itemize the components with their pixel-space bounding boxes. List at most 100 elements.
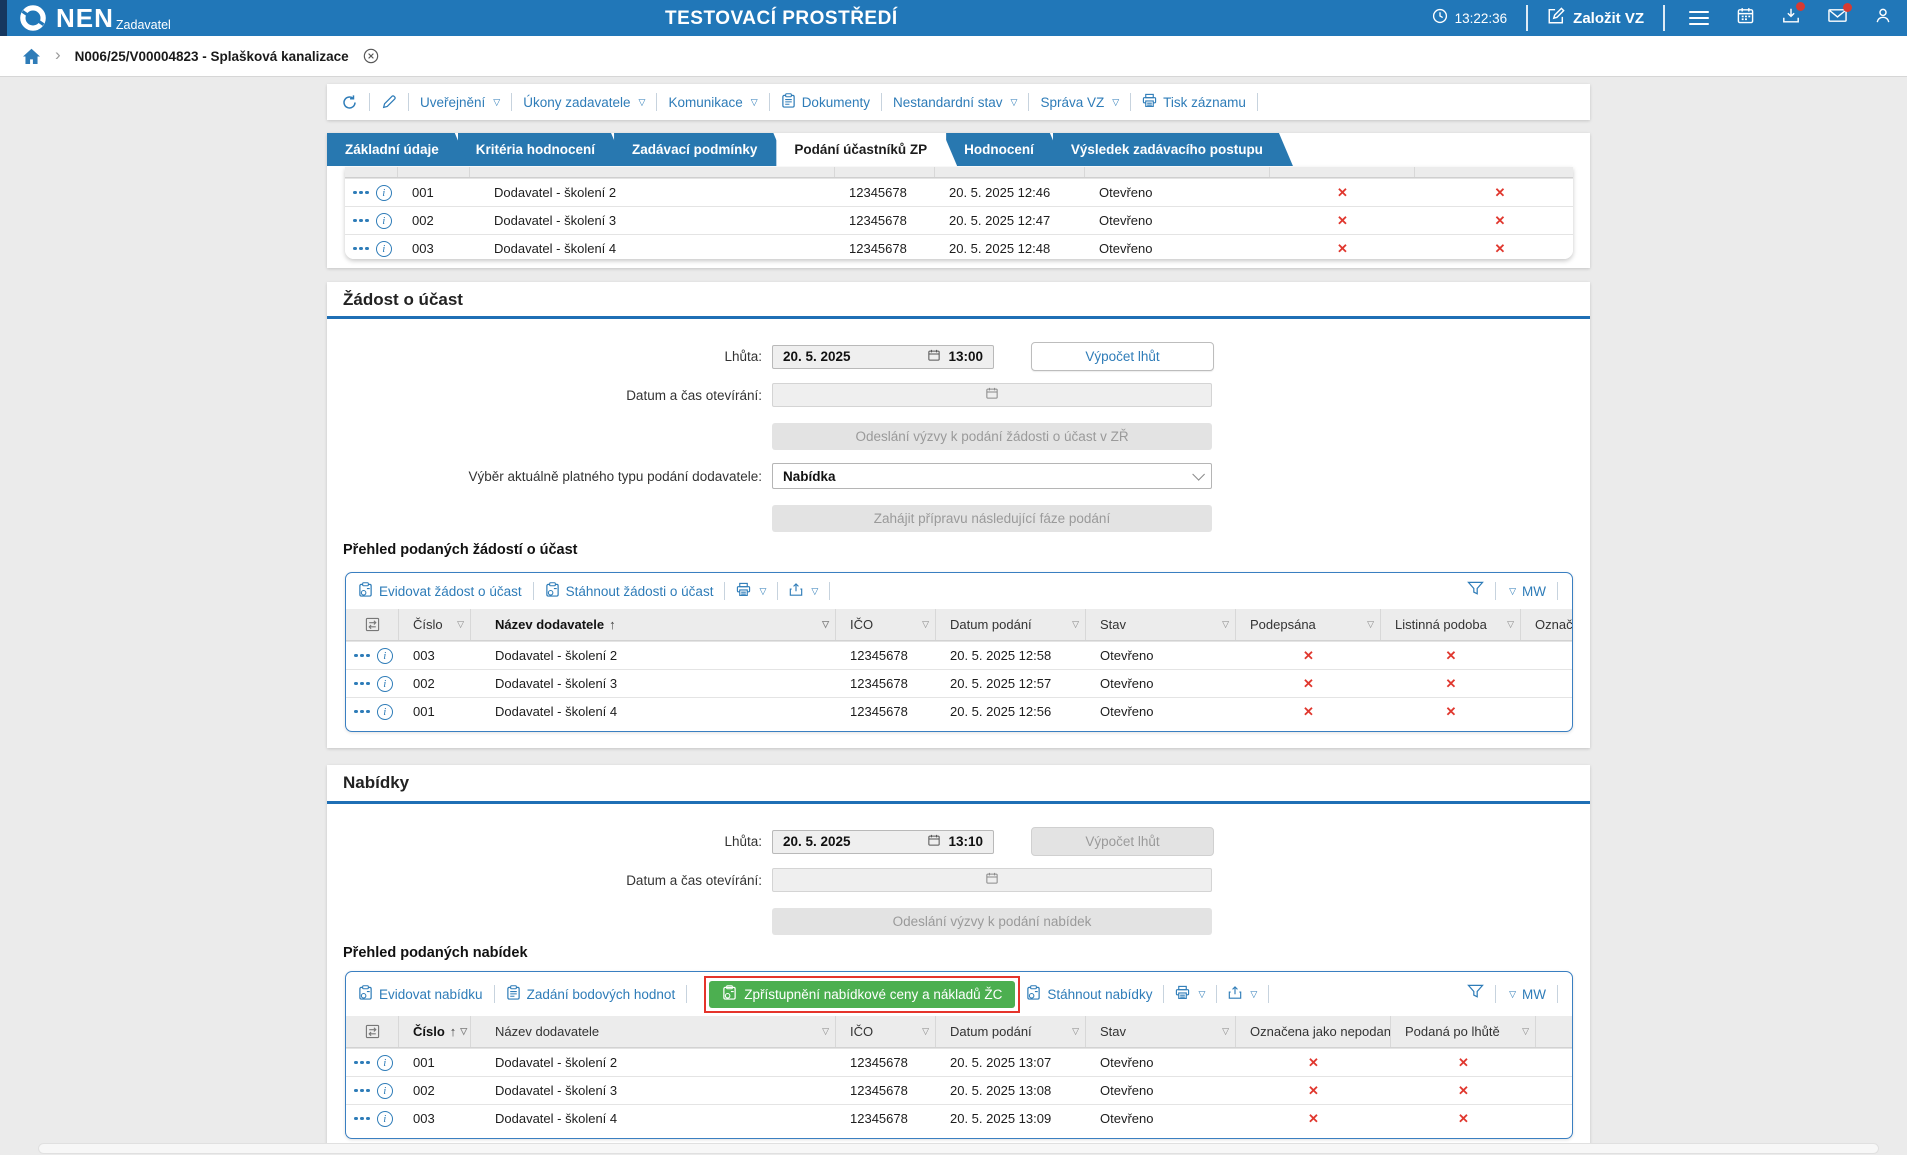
info-icon[interactable]: i: [376, 1082, 393, 1099]
info-icon[interactable]: i: [375, 212, 392, 229]
column-header-oznacena[interactable]: Označena jako nepodaná: [1521, 609, 1572, 640]
messages-button[interactable]: [1828, 3, 1852, 28]
filter-dropdown-icon[interactable]: ▽: [1068, 1026, 1079, 1037]
column-header-podana-po-lhute[interactable]: Podaná po lhůtě ▽: [1391, 1016, 1536, 1047]
home-button[interactable]: [22, 48, 41, 65]
enter-points-button[interactable]: Zadání bodových hodnot: [506, 985, 675, 1003]
info-icon[interactable]: i: [376, 1110, 393, 1127]
menu-button[interactable]: [1689, 10, 1709, 26]
tab-vysledek-zadavaciho-postupu[interactable]: Výsledek zadávacího postupu: [1053, 133, 1293, 166]
mw-toggle[interactable]: MW: [1522, 987, 1546, 1002]
tab-zadavaci-podminky[interactable]: Zadávací podmínky: [614, 133, 787, 166]
tab-hodnoceni[interactable]: Hodnocení: [946, 133, 1064, 166]
column-header-ico[interactable]: IČO ▽: [836, 609, 936, 640]
column-header-datum-podani[interactable]: Datum podání ▽: [936, 1016, 1086, 1047]
record-offer-button[interactable]: Evidovat nabídku: [358, 985, 483, 1003]
dropdown-icon[interactable]: ▽: [1509, 989, 1516, 1000]
table-row[interactable]: i 003 Dodavatel - školení 4 12345678 20.…: [345, 234, 1573, 259]
row-menu-icon[interactable]: [353, 190, 369, 195]
filter-dropdown-icon[interactable]: ▽: [918, 1026, 929, 1037]
column-header-cislo[interactable]: Číslo ▽: [399, 609, 471, 640]
filter-dropdown-icon[interactable]: ▽: [1218, 1026, 1229, 1037]
export-table-button[interactable]: ▽: [1228, 985, 1257, 1003]
menu-komunikace[interactable]: Komunikace ▽: [668, 95, 757, 110]
calendar-icon[interactable]: [928, 348, 941, 366]
column-header-datum-podani[interactable]: Datum podání ▽: [936, 609, 1086, 640]
column-header-nazev-dodavatele[interactable]: Název dodavatele ▽: [471, 1016, 836, 1047]
deadline-date-value[interactable]: 20. 5. 2025: [783, 349, 920, 364]
print-table-button[interactable]: ▽: [1175, 985, 1205, 1003]
tab-podani-ucastniku-zp[interactable]: Podání účastníků ZP: [776, 133, 957, 166]
row-menu-icon[interactable]: [353, 218, 369, 223]
calendar-icon[interactable]: [928, 833, 941, 851]
column-header-ico[interactable]: IČO ▽: [836, 1016, 936, 1047]
table-row[interactable]: i 002 Dodavatel - školení 3 12345678 20.…: [346, 1076, 1572, 1104]
column-settings-icon[interactable]: [346, 609, 399, 640]
table-row[interactable]: i 003 Dodavatel - školení 4 12345678 20.…: [346, 1104, 1572, 1132]
filter-dropdown-icon[interactable]: ▽: [1218, 619, 1229, 630]
next-phase-button[interactable]: Zahájit přípravu následující fáze podání: [772, 505, 1212, 532]
deadline-time-value[interactable]: 13:00: [948, 349, 983, 364]
column-header-nazev-dodavatele[interactable]: Název dodavatele ↑ ▽: [471, 609, 836, 640]
nen-logo[interactable]: NEN Zadavatel: [18, 3, 171, 38]
column-header-oznacena-jako-nepodana[interactable]: Označena jako nepodaná▽: [1236, 1016, 1391, 1047]
filter-icon[interactable]: [1467, 581, 1484, 601]
filter-dropdown-icon[interactable]: ▽: [818, 619, 829, 630]
dropdown-icon[interactable]: ▽: [1509, 586, 1516, 597]
info-icon[interactable]: i: [376, 703, 393, 720]
info-icon[interactable]: i: [376, 1054, 393, 1071]
column-header-listinna-podoba[interactable]: Listinná podoba ▽: [1381, 609, 1521, 640]
menu-nestandardni-stav[interactable]: Nestandardní stav ▽: [893, 95, 1017, 110]
column-header-stav[interactable]: Stav ▽: [1086, 1016, 1236, 1047]
menu-tisk-zaznamu[interactable]: Tisk záznamu: [1142, 93, 1246, 111]
submission-type-select[interactable]: Nabídka: [772, 463, 1212, 489]
table-row[interactable]: i 001 Dodavatel - školení 2 12345678 20.…: [346, 1048, 1572, 1076]
record-request-button[interactable]: Evidovat žádost o účast: [358, 582, 522, 600]
filter-dropdown-icon[interactable]: ▽: [1518, 1026, 1529, 1037]
info-icon[interactable]: i: [375, 184, 392, 201]
deadline-time-value[interactable]: 13:10: [948, 834, 983, 849]
info-icon[interactable]: i: [375, 240, 392, 257]
info-icon[interactable]: i: [376, 647, 393, 664]
row-menu-icon[interactable]: [354, 1088, 370, 1093]
filter-dropdown-icon[interactable]: ▽: [1068, 619, 1079, 630]
table-row[interactable]: i 002 Dodavatel - školení 3 12345678 20.…: [346, 669, 1572, 697]
table-row[interactable]: i 001 Dodavatel - školení 4 12345678 20.…: [346, 697, 1572, 725]
column-header-stav[interactable]: Stav ▽: [1086, 609, 1236, 640]
filter-dropdown-icon[interactable]: ▽: [456, 1026, 467, 1037]
close-record-button[interactable]: [363, 48, 379, 64]
table-row[interactable]: i 001 Dodavatel - školení 2 12345678 20.…: [345, 178, 1573, 206]
menu-sprava-vz[interactable]: Správa VZ ▽: [1040, 95, 1119, 110]
create-vz-button[interactable]: Založit VZ: [1547, 6, 1644, 30]
deadline-field[interactable]: 20. 5. 2025 13:10: [772, 829, 994, 854]
breadcrumb-item[interactable]: N006/25/V00004823 - Splašková kanalizace: [75, 49, 349, 64]
table-row[interactable]: i 003 Dodavatel - školení 2 12345678 20.…: [346, 641, 1572, 669]
column-header-cislo[interactable]: Číslo ↑ ▽: [399, 1016, 471, 1047]
row-menu-icon[interactable]: [354, 681, 370, 686]
profile-button[interactable]: [1875, 7, 1891, 29]
mw-toggle[interactable]: MW: [1522, 584, 1546, 599]
info-icon[interactable]: i: [376, 675, 393, 692]
menu-dokumenty[interactable]: Dokumenty: [781, 93, 870, 111]
refresh-icon[interactable]: [341, 94, 358, 111]
row-menu-icon[interactable]: [354, 709, 370, 714]
row-menu-icon[interactable]: [354, 1060, 370, 1065]
unlock-price-button[interactable]: Zpřístupnění nabídkové ceny a nákladů ŽC: [709, 980, 1016, 1008]
row-menu-icon[interactable]: [354, 653, 370, 658]
tab-zakladni-udaje[interactable]: Základní údaje: [327, 133, 469, 166]
filter-dropdown-icon[interactable]: ▽: [918, 619, 929, 630]
calendar-button[interactable]: [1737, 7, 1754, 29]
row-menu-icon[interactable]: [353, 246, 369, 251]
column-header-podepsana[interactable]: Podepsána ▽: [1236, 609, 1381, 640]
calc-deadlines-button[interactable]: Výpočet lhůt: [1031, 342, 1214, 371]
download-offers-button[interactable]: Stáhnout nabídky: [1026, 985, 1152, 1003]
edit-pencil-icon[interactable]: [381, 94, 397, 110]
send-request-invite-button[interactable]: Odeslání výzvy k podání žádosti o účast …: [772, 423, 1212, 450]
table-row[interactable]: i 002 Dodavatel - školení 3 12345678 20.…: [345, 206, 1573, 234]
send-offers-invite-button[interactable]: Odeslání výzvy k podání nabídek: [772, 908, 1212, 935]
filter-dropdown-icon[interactable]: ▽: [1503, 619, 1514, 630]
menu-uverejneni[interactable]: Uveřejnění ▽: [420, 95, 500, 110]
print-table-button[interactable]: ▽: [736, 582, 766, 600]
downloads-button[interactable]: [1782, 2, 1805, 29]
filter-dropdown-icon[interactable]: ▽: [818, 1026, 829, 1037]
